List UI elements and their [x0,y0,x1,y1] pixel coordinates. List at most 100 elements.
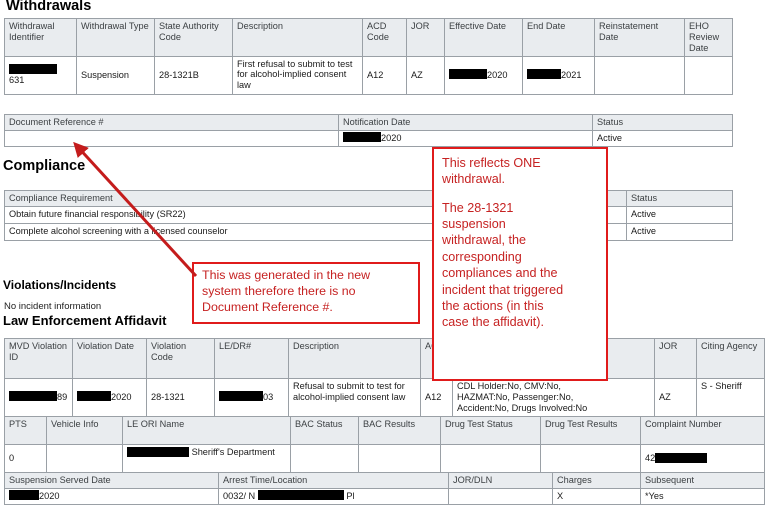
cell-bac-results [358,444,441,473]
col-eho-review-date: EHO Review Date [684,18,733,57]
col-pts: PTS [4,416,47,445]
end-date-value: 2021 [561,69,582,80]
cell-drug-test-status [440,444,541,473]
annotation-line: The 28-1321 [442,200,514,215]
withdrawals-heading: Withdrawals [6,0,92,14]
annotation-line: withdrawal, the [442,233,526,248]
affidavit-secondary-header-row: PTS Vehicle Info LE ORI Name BAC Status … [4,416,765,445]
compliance-table: Compliance Requirement Status Obtain fut… [4,190,733,241]
cell-mvd-violation-id: 89 [4,378,73,417]
col-drug-test-results: Drug Test Results [540,416,641,445]
withdrawals-subtable: Document Reference # Notification Date S… [4,114,733,147]
violations-heading: Violations/Incidents [3,278,117,292]
col-violation-code: Violation Code [146,338,215,379]
table-row: Obtain future financial responsibility (… [4,205,733,224]
col-jor: JOR [406,18,445,57]
cell-le-ori-name: Sheriff's Department [122,444,291,473]
cell-citing-agency: S - Sheriff [696,378,765,417]
compliance-header-row: Compliance Requirement Status [4,190,733,207]
cell-state-authority-code: 28-1321B [154,55,233,95]
violation-date-value: 2020 [111,391,132,402]
cell-description: First refusal to submit to test for alco… [232,55,363,95]
col-mvd-violation-id: MVD Violation ID [4,338,73,379]
cell-withdrawal-identifier: 631 [4,55,77,95]
notification-date-value: 2020 [381,132,402,143]
mvd-violation-id-value: 89 [57,391,68,402]
cell-eho-review-date [684,55,733,95]
table-row: 2020 0032/ N Pl X *Yes [4,487,765,505]
cell-violation-date: 2020 [72,378,147,417]
col-effective-date: Effective Date [444,18,523,57]
arrest-time-value: 0032/ N [223,490,256,501]
col-le-ori-name: LE ORI Name [122,416,291,445]
cell-bac-status [290,444,359,473]
cell-charges: X [552,487,641,505]
cell-jor: AZ [406,55,445,95]
withdrawals-table: Withdrawal Identifier Withdrawal Type St… [4,18,733,95]
table-row: 89 2020 28-1321 03 Refusal to submit to … [4,378,765,417]
redaction-bar [127,446,189,457]
annotation-spacer [442,188,600,200]
annotation-line: suspension [442,217,506,232]
cell-notification-date: 2020 [338,129,593,147]
le-ori-name-value: Sheriff's Department [191,447,275,457]
table-row: 0 Sheriff's Department 42 [4,444,765,473]
affidavit-heading: Law Enforcement Affidavit [3,313,167,328]
complaint-number-value: 42 [645,453,656,464]
annotation-line: system therefore there is no [202,283,356,298]
withdrawals-subheader-row: Document Reference # Notification Date S… [4,114,733,131]
cell-suspension-served-date: 2020 [4,487,219,505]
cell-reinstatement-date [594,55,685,95]
cell-acd: A12 [420,378,453,417]
redaction-bar [655,452,708,463]
col-drug-test-status: Drug Test Status [440,416,541,445]
effective-date-value: 2020 [487,69,508,80]
col-compliance-status: Status [626,190,733,207]
cell-status: Active [592,129,733,147]
compliance-heading: Compliance [3,158,86,174]
col-notification-date: Notification Date [338,114,593,131]
annotation-callout-document-reference: This was generated in the new system the… [192,262,420,324]
cell-subsequent: *Yes [640,487,765,505]
col-status: Status [592,114,733,131]
col-complaint-number: Complaint Number [640,416,765,445]
cell-acd-code: A12 [362,55,407,95]
withdrawals-header-row: Withdrawal Identifier Withdrawal Type St… [4,18,733,57]
cell-compliance-status: Active [626,205,733,224]
col-suspension-served-date: Suspension Served Date [4,472,219,489]
flags-line-2: HAZMAT:No, Passenger:No, [457,391,574,402]
col-withdrawal-type: Withdrawal Type [76,18,155,57]
col-subsequent: Subsequent [640,472,765,489]
annotation-line: case the affidavit). [442,315,544,330]
cell-withdrawal-type: Suspension [76,55,155,95]
col-jor-dln: JOR/DLN [448,472,553,489]
cell-vehicle-info [46,444,123,473]
annotation-line: This was generated in the new [202,268,371,282]
flags-line-1: CDL Holder:No, CMV:No, [457,381,561,391]
redaction-bar [257,490,344,501]
cell-jor-dln [448,487,553,505]
cell-end-date: 2021 [522,55,595,95]
cell-compliance-status: Active [626,222,733,241]
col-bac-status: BAC Status [290,416,359,445]
redaction-bar [9,490,39,501]
col-reinstatement-date: Reinstatement Date [594,18,685,57]
redaction-bar [9,391,57,402]
cell-arrest-time-location: 0032/ N Pl [218,487,449,505]
cell-flags: CDL Holder:No, CMV:No, HAZMAT:No, Passen… [452,378,655,417]
cell-affidavit-jor: AZ [654,378,697,417]
redaction-bar [449,69,487,80]
le-dr-value: 03 [263,391,274,402]
cell-document-reference [4,129,339,147]
withdrawal-identifier-value: 631 [9,75,25,86]
redaction-bar [343,132,381,143]
col-arrest-time-location: Arrest Time/Location [218,472,449,489]
affidavit-tertiary-header-row: Suspension Served Date Arrest Time/Locat… [4,472,765,489]
col-state-authority-code: State Authority Code [154,18,233,57]
affidavit-table-primary: MVD Violation ID Violation Date Violatio… [4,338,765,417]
annotation-line: This reflects ONE [442,156,541,170]
annotation-line: Document Reference #. [202,299,333,314]
annotation-line: corresponding [442,249,522,264]
flags-line-3: Accident:No, Drugs Involved:No [457,402,588,413]
col-le-dr-number: LE/DR# [214,338,289,379]
